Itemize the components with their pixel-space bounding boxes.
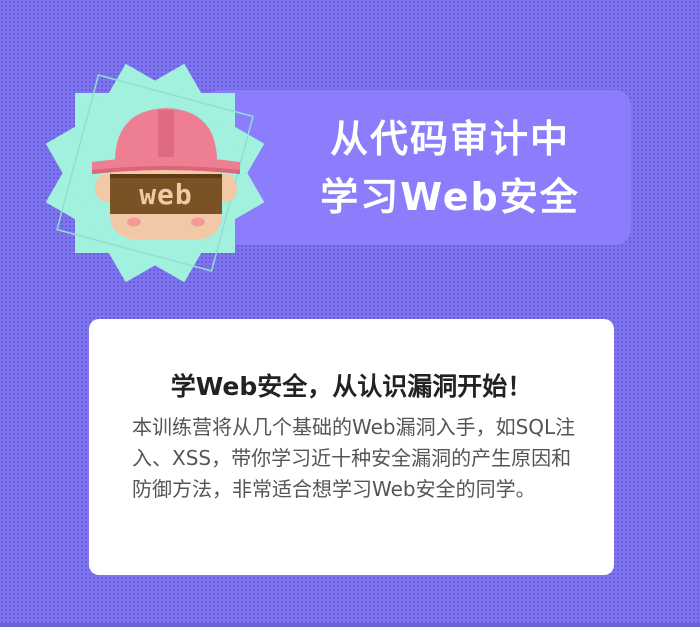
mascot-web-text: web bbox=[139, 178, 193, 211]
title-line-1: 从代码审计中 bbox=[329, 117, 570, 161]
title-line-2: 学习Web安全 bbox=[320, 175, 580, 219]
page-title: 从代码审计中 学习Web安全 bbox=[300, 110, 600, 226]
web-mascot-icon: web bbox=[45, 63, 265, 283]
bottom-strip bbox=[0, 623, 700, 627]
intro-card: 学Web安全，从认识漏洞开始！ 本训练营将从几个基础的Web漏洞入手，如SQL注… bbox=[89, 319, 614, 575]
card-title: 学Web安全，从认识漏洞开始！ bbox=[170, 372, 533, 401]
card-body: 本训练营将从几个基础的Web漏洞入手，如SQL注入、XSS，带你学习近十种安全漏… bbox=[132, 415, 576, 501]
